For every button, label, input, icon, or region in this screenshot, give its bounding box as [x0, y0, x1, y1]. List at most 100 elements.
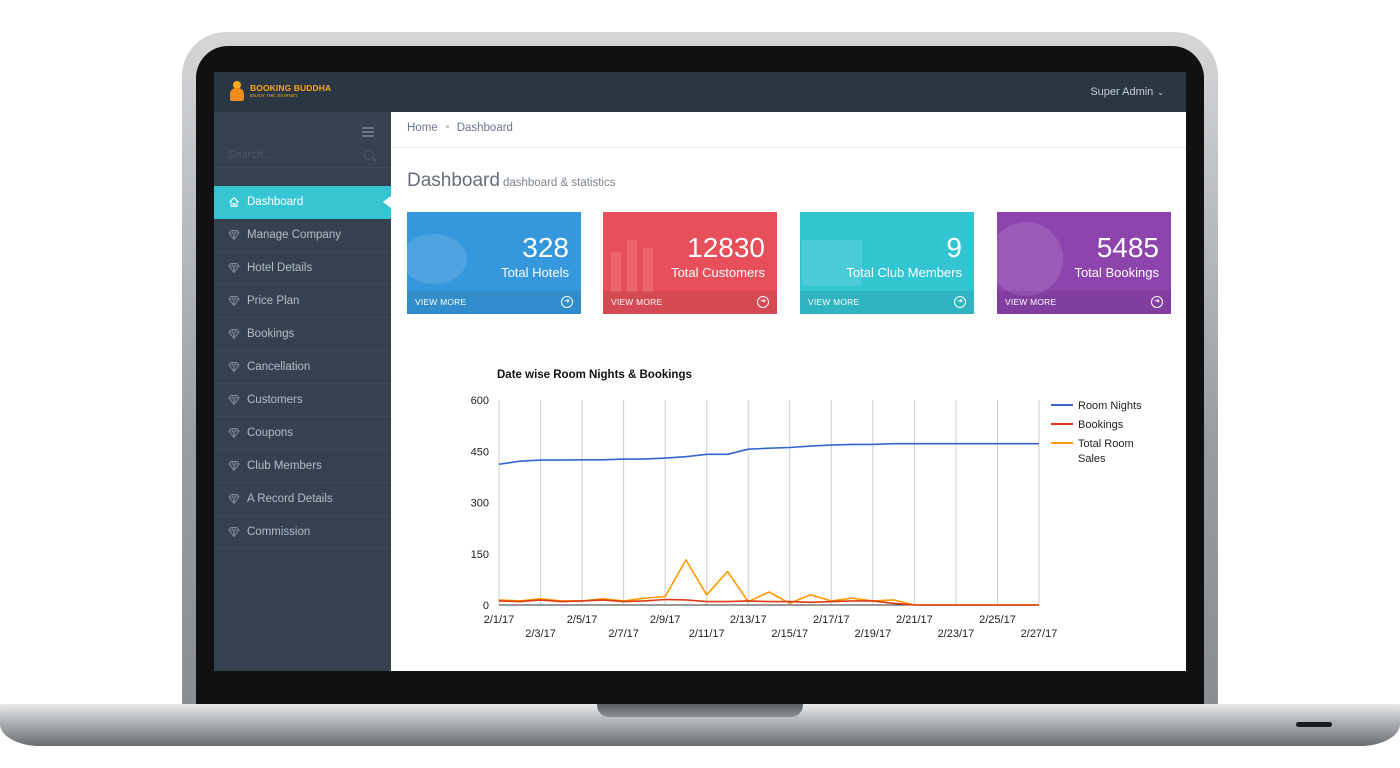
sidebar-item-label: Commission [247, 526, 311, 538]
view-more-link[interactable]: VIEW MORE ➜ [800, 291, 974, 314]
series-line-bookings [498, 598, 1039, 606]
page-title: Dashboard dashboard & statistics [407, 170, 615, 192]
diamond-icon [228, 229, 240, 241]
sidebar-menu: Dashboard Manage Company Hotel Details Pric… [214, 186, 391, 549]
diamond-icon [228, 361, 240, 373]
x-tick-label: 2/13/17 [730, 614, 767, 626]
main-content: Home Dashboard Dashboard dashboard & stati… [391, 112, 1186, 671]
sidebar-item-a-record-details[interactable]: A Record Details [214, 483, 391, 516]
menu-toggle-icon[interactable] [362, 127, 374, 137]
sidebar-item-customers[interactable]: Customers [214, 384, 391, 417]
sidebar-item-label: Coupons [247, 427, 294, 439]
buddha-logo-icon [230, 81, 244, 101]
diamond-icon [228, 295, 240, 307]
view-more-label: VIEW MORE [415, 297, 467, 307]
sidebar-item-label: Dashboard [247, 196, 304, 208]
sidebar-item-label: Cancellation [247, 361, 311, 373]
diamond-icon [228, 427, 240, 439]
breadcrumb-separator [445, 125, 449, 129]
x-tick-label: 2/17/17 [813, 614, 850, 626]
diamond-icon [228, 526, 240, 538]
stat-value: 5485 [1096, 232, 1159, 263]
arrow-right-icon: ➜ [561, 296, 573, 308]
x-tick-label: 2/25/17 [979, 614, 1016, 626]
view-more-label: VIEW MORE [808, 297, 860, 307]
view-more-label: VIEW MORE [1005, 297, 1057, 307]
screen: BOOKING BUDDHA ENJOY THE JOURNEY Super A… [214, 72, 1186, 671]
chart-title: Date wise Room Nights & Bookings [497, 369, 692, 381]
sidebar-item-coupons[interactable]: Coupons [214, 417, 391, 450]
y-tick-label: 0 [483, 600, 489, 612]
sidebar-search [214, 143, 391, 168]
chevron-down-icon: ⌄ [1157, 88, 1164, 97]
stat-card-hotels: 328 Total Hotels VIEW MORE ➜ [407, 212, 581, 314]
bar-chart-icon-bar [627, 240, 637, 292]
x-tick-label: 2/9/17 [650, 614, 681, 626]
legend-label: Room Nights [1078, 400, 1142, 412]
x-tick-label: 2/11/17 [689, 628, 725, 640]
brand-logo[interactable]: BOOKING BUDDHA ENJOY THE JOURNEY [230, 81, 331, 101]
stat-value: 9 [946, 232, 962, 263]
stat-card-bookings: 5485 Total Bookings VIEW MORE ➜ [997, 212, 1171, 314]
series-line-total-room-sales [498, 559, 1039, 606]
stat-value: 328 [522, 232, 569, 263]
search-input[interactable] [228, 147, 348, 163]
y-tick-label: 300 [471, 498, 489, 510]
home-icon [228, 196, 240, 208]
diamond-icon [228, 328, 240, 340]
breadcrumb-home[interactable]: Home [407, 122, 438, 134]
x-tick-label: 2/19/17 [854, 628, 891, 640]
x-tick-label: 2/15/17 [771, 628, 808, 640]
sidebar-item-dashboard[interactable]: Dashboard [214, 186, 391, 219]
diamond-icon [228, 493, 240, 505]
brand-tagline: ENJOY THE JOURNEY [250, 93, 298, 98]
stat-label: Total Hotels [501, 265, 569, 280]
sidebar-item-price-plan[interactable]: Price Plan [214, 285, 391, 318]
legend-label: Total Room Sales [1078, 438, 1134, 465]
brand-title: BOOKING BUDDHA [250, 82, 332, 93]
view-more-link[interactable]: VIEW MORE ➜ [407, 291, 581, 314]
series-line-room-nights [498, 442, 1039, 465]
search-icon[interactable] [364, 150, 374, 160]
globe-icon [997, 222, 1063, 296]
view-more-label: VIEW MORE [611, 297, 663, 307]
sidebar-item-label: Bookings [247, 328, 295, 340]
user-name: Super Admin [1090, 86, 1154, 98]
legend-label: Bookings [1078, 419, 1124, 431]
user-menu[interactable]: Super Admin ⌄ [1090, 86, 1164, 98]
view-more-link[interactable]: VIEW MORE ➜ [603, 291, 777, 314]
x-tick-label: 2/5/17 [567, 614, 598, 626]
x-tick-label: 2/1/17 [484, 614, 515, 626]
sidebar-item-cancellation[interactable]: Cancellation [214, 351, 391, 384]
top-navbar: BOOKING BUDDHA ENJOY THE JOURNEY Super A… [214, 72, 1186, 112]
x-tick-label: 2/21/17 [896, 614, 933, 626]
page-title-text: Dashboard [407, 170, 500, 191]
diamond-icon [228, 262, 240, 274]
sidebar-item-label: Manage Company [247, 229, 341, 241]
arrow-right-icon: ➜ [954, 296, 966, 308]
stat-label: Total Club Members [846, 265, 962, 280]
laptop-indicator [1296, 722, 1332, 727]
sidebar-item-hotel-details[interactable]: Hotel Details [214, 252, 391, 285]
sidebar-item-label: Price Plan [247, 295, 300, 307]
x-tick-label: 2/3/17 [525, 628, 556, 640]
stat-card-customers: 12830 Total Customers VIEW MORE ➜ [603, 212, 777, 314]
breadcrumb-current: Dashboard [456, 122, 513, 134]
sidebar-item-bookings[interactable]: Bookings [214, 318, 391, 351]
bar-chart-icon-bar [643, 248, 653, 292]
sidebar-item-club-members[interactable]: Club Members [214, 450, 391, 483]
y-tick-label: 150 [471, 549, 489, 561]
stat-card-club-members: 9 Total Club Members VIEW MORE ➜ [800, 212, 974, 314]
x-tick-label: 2/7/17 [608, 628, 639, 640]
bar-chart-icon [611, 252, 621, 292]
sidebar-item-label: Customers [247, 394, 303, 406]
line-chart: Date wise Room Nights & Bookings 0 150 300 4… [471, 369, 1142, 640]
comments-icon [407, 234, 467, 284]
laptop-notch [597, 704, 803, 717]
stat-label: Total Customers [671, 265, 765, 280]
stat-label: Total Bookings [1074, 265, 1159, 280]
diamond-icon [228, 460, 240, 472]
view-more-link[interactable]: VIEW MORE ➜ [997, 291, 1171, 314]
sidebar-item-manage-company[interactable]: Manage Company [214, 219, 391, 252]
sidebar-item-commission[interactable]: Commission [214, 516, 391, 549]
